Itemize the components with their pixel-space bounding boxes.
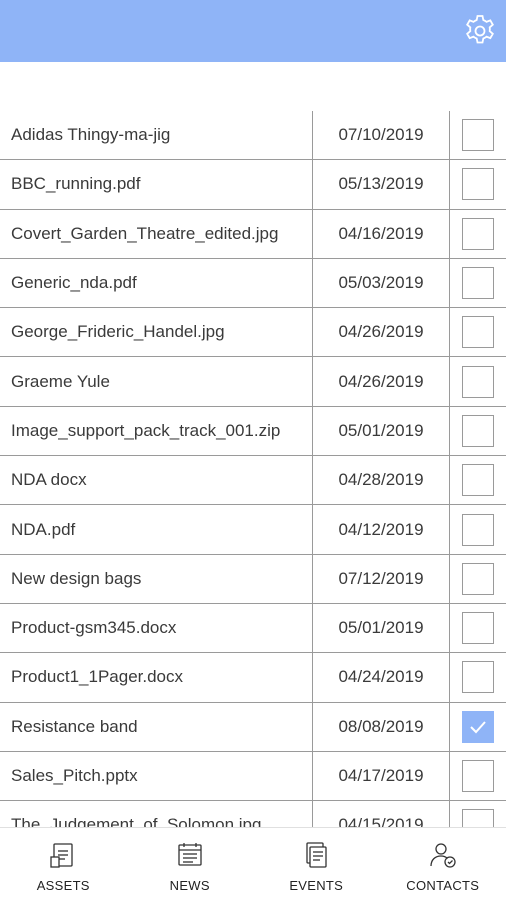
row-checkbox[interactable] [462,809,494,827]
checkbox-cell [450,653,506,701]
checkbox-cell [450,456,506,504]
nav-events[interactable]: EVENTS [253,828,380,900]
file-date: 04/17/2019 [312,751,450,801]
checkbox-cell [450,407,506,455]
row-checkbox[interactable] [462,710,494,743]
checkbox-cell [450,505,506,553]
nav-label: EVENTS [289,878,344,893]
table-row[interactable]: New design bags 07/12/2019 [0,554,506,604]
bottom-nav: ASSETS NEWS EVENTS CONTACTS [0,827,506,900]
row-checkbox[interactable] [462,661,494,694]
checkbox-cell [450,259,506,307]
file-date: 07/12/2019 [312,554,450,603]
table-row[interactable]: Product1_1Pager.docx 04/24/2019 [0,653,506,703]
file-name: NDA.pdf [11,519,76,539]
table-row[interactable]: Resistance band 08/08/2019 [0,702,506,752]
file-date: 05/01/2019 [312,603,450,653]
file-name: George_Frideric_Handel.jpg [11,322,225,342]
row-checkbox[interactable] [462,612,494,645]
file-date: 04/26/2019 [312,308,450,357]
file-date: 04/24/2019 [312,653,450,702]
file-name: Image_support_pack_track_001.zip [11,420,281,440]
file-date: 04/15/2019 [312,801,450,827]
file-name: Sales_Pitch.pptx [11,766,138,785]
table-row[interactable]: Image_support_pack_track_001.zip 05/01/20… [0,406,506,457]
file-date: 07/10/2019 [312,111,450,160]
file-date: 04/28/2019 [312,456,450,505]
nav-news[interactable]: NEWS [127,828,254,900]
checkbox-cell [450,308,506,356]
table-row[interactable]: George_Frideric_Handel.jpg 04/26/2019 [0,308,506,358]
gear-icon[interactable] [462,13,498,49]
table-row[interactable]: NDA docx 04/28/2019 [0,456,506,506]
file-name: The_Judgement_of_Solomon.jpg [11,815,262,827]
row-checkbox[interactable] [462,562,494,595]
checkbox-cell [450,210,506,258]
table-row[interactable]: The_Judgement_of_Solomon.jpg 04/15/2019 [0,801,506,827]
table-row[interactable]: Covert_Garden_Theatre_edited.jpg 04/16/20… [0,209,506,259]
row-checkbox[interactable] [462,760,494,792]
row-checkbox[interactable] [462,513,494,546]
contacts-icon [430,843,456,868]
row-checkbox[interactable] [462,119,494,152]
file-name: Graeme Yule [11,371,110,391]
table-row[interactable]: BBC_running.pdf 05/13/2019 [0,160,506,210]
file-name: Resistance band [11,716,138,736]
file-name: NDA docx [11,470,87,490]
row-checkbox[interactable] [462,267,494,300]
nav-label: NEWS [169,878,210,893]
checkbox-cell [450,357,506,405]
file-date: 08/08/2019 [312,702,450,751]
nav-contacts[interactable]: CONTACTS [380,828,506,900]
row-checkbox[interactable] [462,168,494,201]
row-checkbox[interactable] [462,316,494,349]
checkbox-cell [450,111,506,159]
events-icon [306,842,327,868]
table-row[interactable]: Sales_Pitch.pptx 04/17/2019 [0,751,506,802]
checkbox-cell [450,801,506,827]
file-name: Generic_nda.pdf [11,273,137,293]
file-name: Covert_Garden_Theatre_edited.jpg [11,223,279,243]
file-date: 05/03/2019 [312,258,450,308]
checkbox-cell [450,604,506,652]
table-row[interactable]: Generic_nda.pdf 05/03/2019 [0,258,506,309]
row-checkbox[interactable] [462,217,494,250]
file-name: Product-gsm345.docx [11,618,177,638]
checkbox-cell [450,703,506,751]
news-icon [178,843,202,866]
file-list: Adidas Thingy-ma-jig 07/10/2019 BBC_runnin… [0,111,506,827]
checkbox-cell [450,752,506,800]
file-name: BBC_running.pdf [11,174,141,194]
file-date: 04/12/2019 [312,505,450,554]
nav-assets[interactable]: ASSETS [0,828,127,900]
assets-icon [50,843,73,868]
nav-label: CONTACTS [406,878,480,893]
table-row[interactable]: Graeme Yule 04/26/2019 [0,357,506,407]
file-name: Product1_1Pager.docx [11,667,184,687]
table-row[interactable]: Product-gsm345.docx 05/01/2019 [0,603,506,654]
file-date: 05/13/2019 [312,160,450,209]
checkmark-icon [470,721,486,734]
file-date: 04/16/2019 [312,209,450,258]
row-checkbox[interactable] [462,414,494,447]
checkbox-cell [450,555,506,603]
file-date: 04/26/2019 [312,357,450,406]
table-row[interactable]: NDA.pdf 04/12/2019 [0,505,506,555]
file-date: 05/01/2019 [312,406,450,456]
table-row[interactable]: Adidas Thingy-ma-jig 07/10/2019 [0,111,506,161]
row-checkbox[interactable] [462,464,494,497]
file-name: Adidas Thingy-ma-jig [11,125,171,145]
row-checkbox[interactable] [462,365,494,398]
checkbox-cell [450,160,506,208]
file-name: New design bags [11,568,142,588]
top-bar [0,0,506,62]
nav-label: ASSETS [36,878,90,893]
